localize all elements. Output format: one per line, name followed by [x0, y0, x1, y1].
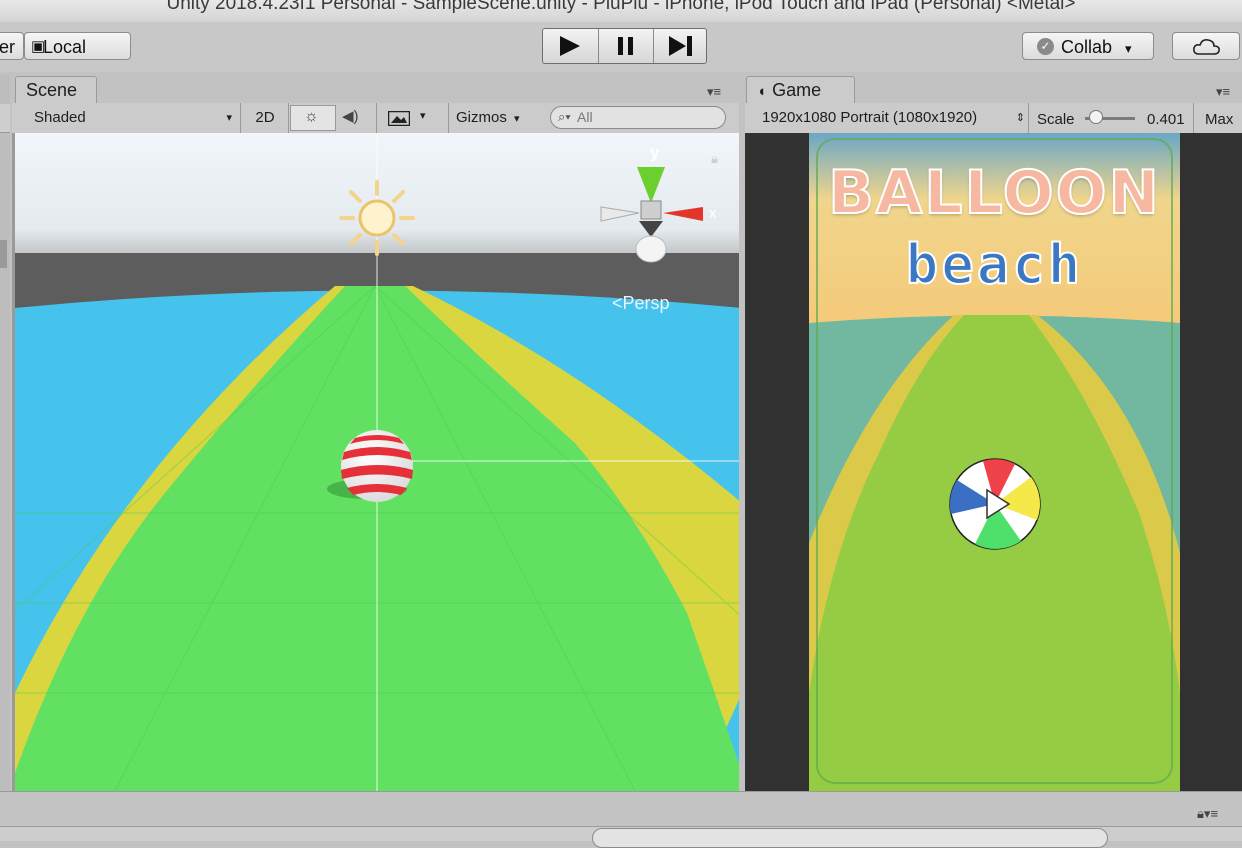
game-toolbar: 1920x1080 Portrait (1080x1920) ⇕ Scale 0…	[745, 103, 1242, 134]
local-toggle-button[interactable]: ▣ Local	[24, 32, 131, 60]
pacman-icon: ◖	[757, 83, 767, 100]
chevron-down-icon: ▾	[226, 112, 232, 124]
speaker-icon: ◀)	[342, 108, 359, 125]
game-title-balloon: BALLOON	[827, 158, 1161, 228]
scene-toolbar: Shaded ▾ 2D ☼ ◀) ▾ Gizmos ▾ ⌕▾ All	[12, 103, 739, 134]
2d-toggle-button[interactable]: 2D	[248, 106, 282, 130]
scene-viewport[interactable]: y x 🔒︎ <Persp	[12, 133, 739, 791]
bottom-panel: 🔒︎▾≡	[0, 791, 1242, 848]
window-title-bar: Unity 2018.4.23f1 Personal - SampleScene…	[0, 0, 1242, 23]
chevron-left-icon: <	[612, 293, 623, 313]
scale-value: 0.401	[1147, 111, 1185, 128]
panel-menu-icon[interactable]: 🔒︎▾≡	[1197, 806, 1218, 822]
tab-game[interactable]: ◖ Game	[746, 76, 855, 103]
play-button-ball[interactable]	[948, 457, 1042, 551]
play-controls	[542, 28, 707, 64]
shading-mode-dropdown[interactable]: Shaded ▾	[22, 106, 240, 130]
window-title: Unity 2018.4.23f1 Personal - SampleScene…	[166, 0, 1076, 14]
collab-label: Collab	[1061, 37, 1113, 57]
scale-label: Scale	[1037, 111, 1075, 128]
chevron-down-icon: ▾	[1125, 41, 1132, 56]
maximize-on-play-toggle[interactable]: Max	[1205, 111, 1233, 128]
tab-game-label: Game	[772, 80, 822, 100]
tab-scene-label: Scene	[26, 80, 78, 100]
pause-button[interactable]	[599, 29, 653, 63]
cube-icon: ▣	[31, 38, 46, 55]
play-icon	[560, 36, 580, 56]
resolution-label: 1920x1080 Portrait (1080x1920)	[762, 109, 978, 126]
chevron-down-icon: ▾	[420, 110, 426, 122]
scrollbar-thumb[interactable]	[0, 240, 7, 268]
scale-slider[interactable]	[1085, 110, 1135, 124]
gizmo-y-label: y	[650, 143, 660, 162]
scene-search-input[interactable]: ⌕▾ All	[550, 106, 726, 129]
divider	[1193, 103, 1194, 133]
search-placeholder: All	[577, 109, 593, 125]
step-icon	[669, 36, 692, 56]
divider	[1028, 103, 1029, 133]
lock-icon[interactable]: 🔒︎	[711, 151, 718, 167]
light-gizmo	[339, 180, 415, 256]
divider	[376, 103, 377, 133]
panel-menu-icon[interactable]: ▾≡	[707, 84, 721, 100]
effects-dropdown[interactable]: ▾	[384, 106, 440, 130]
chevron-down-icon: ▾	[514, 113, 520, 125]
shading-mode-label: Shaded	[34, 109, 86, 126]
check-icon: ✓	[1037, 38, 1054, 55]
left-panel-strip	[0, 75, 10, 791]
game-screen: BALLOON beach	[809, 133, 1180, 791]
step-button[interactable]	[654, 29, 707, 63]
collab-dropdown[interactable]: ✓ Collab ▾	[1022, 32, 1154, 60]
game-title-beach: beach	[905, 233, 1084, 296]
panel-menu-icon[interactable]: ▾≡	[1216, 84, 1230, 100]
scale-slider-thumb[interactable]	[1088, 110, 1103, 124]
scene-render	[15, 133, 739, 791]
local-label: Local	[43, 37, 87, 57]
gizmo-x-label: x	[709, 205, 717, 222]
image-icon	[388, 111, 410, 126]
console-search-input[interactable]	[592, 828, 1108, 848]
resolution-dropdown[interactable]: 1920x1080 Portrait (1080x1920) ⇕	[751, 106, 1027, 130]
cloud-button[interactable]	[1172, 32, 1240, 60]
gizmos-label: Gizmos	[456, 109, 507, 126]
lighting-toggle-button[interactable]: ☼	[290, 105, 336, 131]
pivot-label: er	[0, 37, 16, 57]
left-panel-bar	[0, 104, 10, 133]
divider	[288, 103, 289, 133]
play-button[interactable]	[543, 29, 598, 63]
pivot-toggle-button[interactable]: er	[0, 32, 24, 60]
projection-toggle[interactable]: <Persp	[612, 293, 670, 314]
gizmos-dropdown[interactable]: Gizmos ▾	[456, 106, 540, 130]
divider	[448, 103, 449, 133]
audio-toggle-button[interactable]: ◀)	[338, 106, 370, 130]
pause-icon	[618, 37, 633, 55]
stepper-icon: ⇕	[1015, 112, 1025, 124]
projection-label: Persp	[622, 293, 670, 313]
2d-label: 2D	[255, 109, 275, 126]
main-toolbar: er ▣ Local ✓ Collab ▾	[0, 22, 1242, 72]
game-viewport[interactable]: BALLOON beach	[745, 133, 1242, 791]
search-icon: ⌕▾	[558, 109, 571, 124]
tab-scene[interactable]: Scene	[15, 76, 97, 103]
cloud-icon	[1193, 39, 1220, 55]
divider	[240, 103, 241, 133]
sun-icon: ☼	[304, 108, 319, 125]
